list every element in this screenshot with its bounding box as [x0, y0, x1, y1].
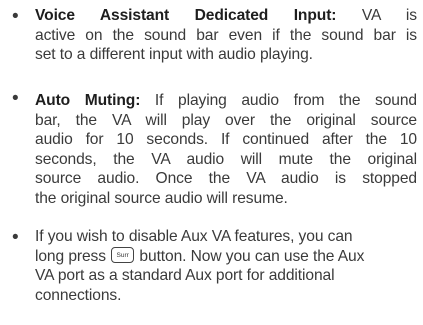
- text-line: long press Surr button. Now you can use …: [35, 247, 365, 265]
- text-line: set to a different input with audio play…: [35, 46, 313, 64]
- text-line: VA port as a standard Aux port for addit…: [35, 267, 335, 285]
- text-line: active on the sound bar even if the soun…: [35, 26, 417, 44]
- text-line: connections.: [35, 286, 122, 304]
- bullet-icon: •: [12, 88, 19, 109]
- text-line: seconds, the VA audio will mute the orig…: [35, 150, 417, 168]
- item-title: Auto Muting:: [35, 92, 141, 109]
- text-line: If you wish to disable Aux VA features, …: [35, 228, 353, 245]
- text-line: bar, the VA will play over the original …: [35, 111, 417, 129]
- surr-button-icon: Surr: [111, 247, 135, 264]
- text-line: source audio. Once the VA audio is stopp…: [35, 170, 417, 188]
- paragraph: Auto Muting: If playing audio from the s…: [35, 91, 417, 209]
- bullet-icon: •: [12, 6, 19, 27]
- document-page: • Voice Assistant Dedicated Input: VA is…: [0, 0, 423, 325]
- text-line: Voice Assistant Dedicated Input: VA is: [35, 7, 417, 24]
- text-line: audio for 10 seconds. If continued after…: [35, 131, 417, 149]
- item-title: Voice Assistant Dedicated Input:: [35, 7, 337, 24]
- text-line: the original source audio will resume.: [35, 189, 288, 207]
- paragraph: Voice Assistant Dedicated Input: VA is a…: [35, 6, 417, 65]
- bullet-icon: •: [12, 227, 19, 248]
- text-line: Auto Muting: If playing audio from the s…: [35, 92, 417, 109]
- paragraph: If you wish to disable Aux VA features, …: [35, 227, 417, 305]
